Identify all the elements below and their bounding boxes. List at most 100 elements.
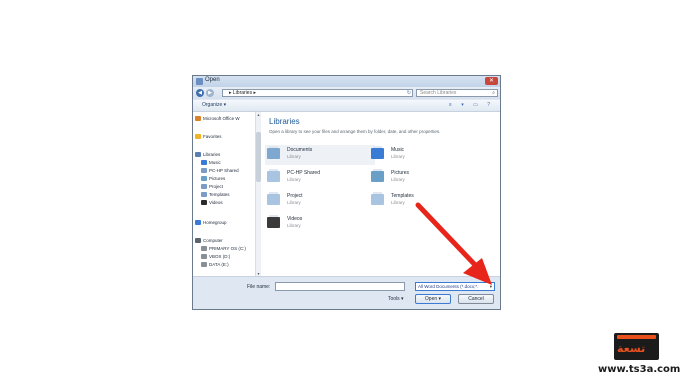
search-icon[interactable]: ⌕ xyxy=(492,90,495,97)
sidebar-item[interactable]: VBOX (D:) xyxy=(201,254,231,260)
open-dialog: Open ✕ ◀ ▶ ▸ Libraries ▸ ↻ Search Librar… xyxy=(192,75,501,310)
library-type: Library xyxy=(287,223,301,228)
page-description: Open a library to see your files and arr… xyxy=(269,129,441,134)
sidebar-item-label: Videos xyxy=(209,200,223,205)
library-item[interactable]: Project Library xyxy=(265,191,375,211)
sidebar-item-label: Music xyxy=(209,160,221,165)
filename-label: File name: xyxy=(247,284,271,290)
filetype-select[interactable]: All Word Documents (*.docx;*. ▾ xyxy=(415,282,495,291)
computer-icon xyxy=(195,238,201,244)
address-bar: ◀ ▶ ▸ Libraries ▸ ↻ Search Libraries ⌕ xyxy=(193,87,500,99)
brand-logo: تسعة xyxy=(614,333,659,360)
library-item[interactable]: Templates Library xyxy=(369,191,479,211)
sidebar-item-label: VBOX (D:) xyxy=(209,254,231,259)
library-name: Project xyxy=(287,193,303,199)
breadcrumb[interactable]: ▸ Libraries ▸ xyxy=(229,90,256,97)
library-content: Libraries Open a library to see your fil… xyxy=(261,112,500,276)
search-input[interactable]: Search Libraries ⌕ xyxy=(416,89,498,97)
star-icon xyxy=(195,134,201,140)
window-title: Open xyxy=(205,77,220,83)
search-placeholder: Search Libraries xyxy=(420,90,457,96)
sidebar-item-label: DATA (E:) xyxy=(209,262,229,267)
sidebar-item[interactable]: PC-HP Shared xyxy=(201,168,239,174)
library-name: Documents xyxy=(287,147,313,153)
drive-icon xyxy=(201,254,207,260)
site-url: www.ts3a.com xyxy=(598,364,681,375)
library-icon xyxy=(267,192,280,205)
chevron-down-icon[interactable]: ▾ xyxy=(490,283,492,291)
file-footer: File name: All Word Documents (*.docx;*.… xyxy=(193,276,500,309)
sidebar-item[interactable]: Favorites xyxy=(195,134,222,140)
sidebar-item-label: Favorites xyxy=(203,134,222,139)
sidebar-item[interactable]: Templates xyxy=(201,192,230,198)
sidebar-item-label: Pictures xyxy=(209,176,226,181)
logo-stripe xyxy=(617,335,656,339)
library-item[interactable]: Music Library xyxy=(369,145,479,165)
pictures-icon xyxy=(371,169,384,182)
sidebar-item-label: PRIMARY OS (C:) xyxy=(209,246,246,251)
documents-icon xyxy=(267,146,280,159)
sidebar-item-label: Project xyxy=(209,184,224,189)
address-field[interactable]: ▸ Libraries ▸ ↻ xyxy=(222,89,413,97)
music-icon xyxy=(201,160,207,166)
library-icon xyxy=(201,184,207,190)
library-type: Library xyxy=(391,177,405,182)
library-item[interactable]: Pictures Library xyxy=(369,168,479,188)
music-icon xyxy=(371,146,384,159)
library-name: Music xyxy=(391,147,405,153)
filename-input[interactable] xyxy=(275,282,405,291)
sidebar-item-label: Microsoft Office W xyxy=(203,116,240,121)
library-name: Templates xyxy=(391,193,414,199)
drive-icon xyxy=(201,246,207,252)
tools-menu[interactable]: Tools ▾ xyxy=(388,296,404,302)
sidebar-item-label: Homegroup xyxy=(203,220,227,225)
sidebar-item[interactable]: DATA (E:) xyxy=(201,262,229,268)
cancel-button[interactable]: Cancel xyxy=(458,294,494,304)
library-icon xyxy=(267,169,280,182)
library-type: Library xyxy=(391,154,405,159)
navigation-pane: Microsoft Office W Favorites Libraries Musi… xyxy=(193,112,256,276)
sidebar-item-label: Computer xyxy=(203,238,223,243)
drive-icon xyxy=(201,262,207,268)
library-icon xyxy=(201,192,207,198)
library-type: Library xyxy=(391,200,405,205)
office-icon xyxy=(195,116,201,122)
page-title: Libraries xyxy=(269,117,300,126)
sidebar-item[interactable]: Pictures xyxy=(201,176,226,182)
video-icon xyxy=(201,200,207,206)
sidebar-item-label: Libraries xyxy=(203,152,221,157)
title-bar: Open ✕ xyxy=(193,76,500,87)
library-item[interactable]: PC-HP Shared Library xyxy=(265,168,375,188)
pictures-icon xyxy=(201,176,207,182)
forward-button[interactable]: ▶ xyxy=(206,89,214,97)
command-bar: Organize ▾ ≡ ▾ ▭ ? xyxy=(193,100,500,112)
sidebar-item[interactable]: Music xyxy=(201,160,221,166)
open-button[interactable]: Open ▾ xyxy=(415,294,451,304)
refresh-icon[interactable]: ↻ xyxy=(407,90,411,97)
logo-mark: تسعة xyxy=(617,342,646,355)
library-type: Library xyxy=(287,154,301,159)
view-options-icons[interactable]: ≡ ▾ ▭ ? xyxy=(449,102,494,108)
sidebar-item[interactable]: Project xyxy=(201,184,224,190)
back-button[interactable]: ◀ xyxy=(196,89,204,97)
sidebar-item[interactable]: Videos xyxy=(201,200,223,206)
library-item[interactable]: Documents Library xyxy=(265,145,375,165)
filetype-value: All Word Documents (*.docx;*. xyxy=(418,284,479,289)
video-icon xyxy=(267,215,280,228)
homegroup-icon xyxy=(195,220,201,226)
library-item[interactable]: Videos Library xyxy=(265,214,375,234)
sidebar-item-label: PC-HP Shared xyxy=(209,168,239,173)
library-icon xyxy=(195,152,201,158)
sidebar-item[interactable]: Homegroup xyxy=(195,220,227,226)
sidebar-item[interactable]: Microsoft Office W xyxy=(195,116,240,122)
library-icon xyxy=(201,168,207,174)
sidebar-item[interactable]: PRIMARY OS (C:) xyxy=(201,246,246,252)
library-name: Videos xyxy=(287,216,303,222)
close-button[interactable]: ✕ xyxy=(485,77,498,85)
app-icon xyxy=(196,78,203,85)
library-icon xyxy=(371,192,384,205)
organize-button[interactable]: Organize ▾ xyxy=(202,102,226,108)
sidebar-item[interactable]: Computer xyxy=(195,238,223,244)
library-type: Library xyxy=(287,200,301,205)
sidebar-item[interactable]: Libraries xyxy=(195,152,221,158)
